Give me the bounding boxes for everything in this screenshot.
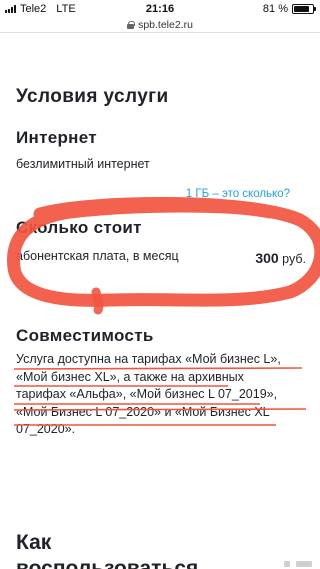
internet-value: безлимитный интернет: [16, 157, 150, 171]
compat-line: «Мой Бизнес L 07_2020» и «Мой Бизнес XL: [16, 404, 270, 419]
price-label: абонентская плата, в месяц: [16, 249, 179, 263]
bottom-indicators: [284, 559, 314, 567]
howto-line: Как: [16, 531, 52, 554]
howto-heading: Как воспользоваться: [16, 530, 198, 569]
gb-info-link[interactable]: 1 ГБ – это сколько?: [186, 188, 290, 200]
battery-icon: [292, 4, 316, 14]
screen: Tele2 LTE 21:16 81 % spb.tele2.ru Услови…: [0, 0, 320, 569]
address-url[interactable]: spb.tele2.ru: [138, 19, 193, 31]
battery-percent: 81 %: [262, 3, 288, 15]
price-currency: руб.: [282, 252, 306, 266]
status-bar: Tele2 LTE 21:16 81 %: [0, 0, 320, 18]
compat-heading: Совместимость: [16, 326, 154, 345]
compat-text: Услуга доступна на тарифах «Мой бизнес L…: [16, 351, 312, 439]
price-amount: 300: [255, 250, 279, 266]
howto-line: воспользоваться: [16, 557, 199, 569]
internet-heading: Интернет: [16, 128, 97, 147]
price-heading: Сколько стоит: [16, 218, 142, 237]
compat-line: «Мой бизнес XL», а также на архивных: [16, 369, 244, 384]
lock-icon: [127, 20, 136, 29]
battery-level: [294, 6, 309, 12]
address-bar[interactable]: spb.tele2.ru: [0, 17, 320, 33]
price-value: 300 руб.: [255, 250, 306, 266]
price-circle-tail: [91, 287, 104, 315]
compat-line: тарифах «Альфа», «Мой бизнес L 07_2019»,: [16, 387, 278, 402]
compat-line: Услуга доступна на тарифах «Мой бизнес L…: [16, 352, 281, 366]
status-right: 81 %: [262, 3, 316, 15]
page-title: Условия услуги: [16, 86, 169, 107]
compat-line: 07_2020».: [16, 422, 76, 437]
